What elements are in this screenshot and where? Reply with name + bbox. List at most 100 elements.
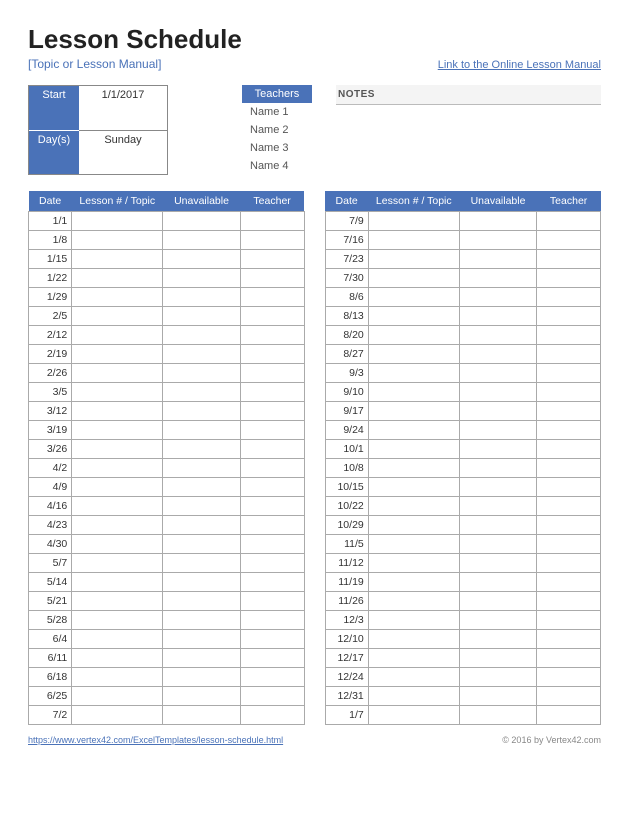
table-row: 11/12 (325, 554, 601, 573)
footer-copyright: © 2016 by Vertex42.com (502, 735, 601, 745)
cell-empty (368, 535, 459, 554)
cell-empty (368, 592, 459, 611)
col-lesson: Lesson # / Topic (368, 191, 459, 212)
footer-url[interactable]: https://www.vertex42.com/ExcelTemplates/… (28, 735, 283, 745)
cell-date: 9/3 (325, 364, 368, 383)
cell-empty (368, 288, 459, 307)
cell-date: 10/29 (325, 516, 368, 535)
table-row: 10/29 (325, 516, 601, 535)
cell-empty (537, 687, 601, 706)
cell-empty (368, 250, 459, 269)
cell-empty (368, 573, 459, 592)
cell-empty (459, 307, 536, 326)
cell-empty (240, 649, 304, 668)
table-row: 1/15 (29, 250, 305, 269)
cell-empty (368, 630, 459, 649)
cell-empty (537, 706, 601, 725)
cell-empty (72, 649, 163, 668)
cell-empty (537, 440, 601, 459)
manual-link[interactable]: Link to the Online Lesson Manual (438, 59, 601, 71)
teacher-item: Name 1 (242, 103, 312, 121)
cell-empty (163, 592, 240, 611)
col-date: Date (325, 191, 368, 212)
table-row: 5/7 (29, 554, 305, 573)
cell-empty (240, 554, 304, 573)
cell-empty (163, 326, 240, 345)
cell-date: 10/15 (325, 478, 368, 497)
cell-date: 3/26 (29, 440, 72, 459)
notes-header: NOTES (336, 85, 601, 105)
table-row: 10/1 (325, 440, 601, 459)
table-row: 7/16 (325, 231, 601, 250)
cell-date: 8/6 (325, 288, 368, 307)
table-row: 9/3 (325, 364, 601, 383)
cell-empty (368, 326, 459, 345)
cell-empty (163, 668, 240, 687)
footer: https://www.vertex42.com/ExcelTemplates/… (28, 735, 601, 745)
cell-date: 2/26 (29, 364, 72, 383)
cell-empty (537, 250, 601, 269)
cell-empty (368, 668, 459, 687)
cell-empty (240, 459, 304, 478)
cell-date: 5/21 (29, 592, 72, 611)
col-teacher: Teacher (240, 191, 304, 212)
cell-empty (459, 516, 536, 535)
table-row: 9/17 (325, 402, 601, 421)
cell-empty (72, 554, 163, 573)
cell-empty (459, 459, 536, 478)
cell-empty (72, 592, 163, 611)
teacher-item: Name 3 (242, 139, 312, 157)
cell-date: 2/12 (29, 326, 72, 345)
cell-date: 7/9 (325, 212, 368, 231)
cell-empty (163, 250, 240, 269)
cell-empty (459, 592, 536, 611)
table-row: 8/6 (325, 288, 601, 307)
cell-empty (163, 212, 240, 231)
cell-empty (368, 212, 459, 231)
cell-empty (72, 706, 163, 725)
table-row: 3/19 (29, 421, 305, 440)
cell-date: 6/18 (29, 668, 72, 687)
cell-empty (459, 440, 536, 459)
cell-empty (537, 459, 601, 478)
cell-date: 12/24 (325, 668, 368, 687)
table-row: 12/24 (325, 668, 601, 687)
cell-empty (368, 649, 459, 668)
cell-empty (240, 288, 304, 307)
table-row: 3/5 (29, 383, 305, 402)
cell-empty (163, 478, 240, 497)
table-row: 5/14 (29, 573, 305, 592)
cell-empty (163, 402, 240, 421)
table-row: 4/9 (29, 478, 305, 497)
cell-empty (163, 364, 240, 383)
cell-date: 11/5 (325, 535, 368, 554)
cell-empty (163, 269, 240, 288)
cell-date: 12/3 (325, 611, 368, 630)
cell-date: 9/10 (325, 383, 368, 402)
cell-empty (240, 706, 304, 725)
cell-empty (459, 364, 536, 383)
cell-empty (72, 421, 163, 440)
table-row: 7/2 (29, 706, 305, 725)
cell-empty (72, 478, 163, 497)
schedule-table-left: Date Lesson # / Topic Unavailable Teache… (28, 191, 305, 725)
cell-empty (368, 554, 459, 573)
table-row: 2/26 (29, 364, 305, 383)
cell-empty (368, 383, 459, 402)
cell-empty (72, 459, 163, 478)
cell-empty (240, 478, 304, 497)
cell-empty (459, 421, 536, 440)
cell-empty (459, 687, 536, 706)
table-row: 5/21 (29, 592, 305, 611)
cell-empty (72, 345, 163, 364)
table-row: 1/22 (29, 269, 305, 288)
cell-date: 1/1 (29, 212, 72, 231)
teacher-item: Name 4 (242, 157, 312, 175)
cell-date: 7/16 (325, 231, 368, 250)
subtitle: [Topic or Lesson Manual] (28, 57, 161, 71)
cell-empty (459, 326, 536, 345)
cell-date: 5/14 (29, 573, 72, 592)
cell-empty (72, 402, 163, 421)
cell-empty (368, 459, 459, 478)
cell-empty (163, 611, 240, 630)
